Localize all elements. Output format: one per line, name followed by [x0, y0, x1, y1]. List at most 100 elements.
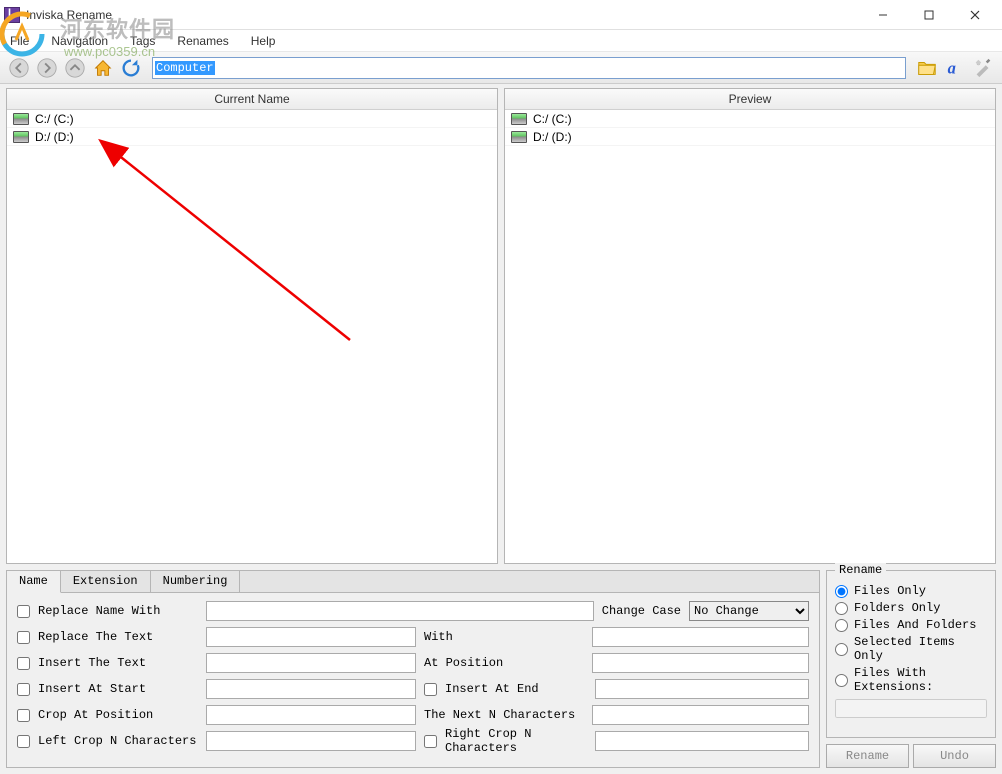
menubar: File Navigation Tags Renames Help: [0, 30, 1002, 52]
menu-navigation[interactable]: Navigation: [47, 32, 112, 50]
menu-help[interactable]: Help: [247, 32, 280, 50]
font-button[interactable]: a: [942, 55, 968, 81]
insert-at-start-input[interactable]: [206, 679, 416, 699]
left-crop-checkbox[interactable]: [17, 735, 30, 748]
radio-selected-items[interactable]: [835, 643, 848, 656]
crop-at-position-checkbox[interactable]: [17, 709, 30, 722]
insert-at-start-checkbox[interactable]: [17, 683, 30, 696]
tab-name[interactable]: Name: [7, 571, 61, 593]
svg-text:a: a: [948, 58, 956, 77]
bottom-area: Name Extension Numbering Replace Name Wi…: [0, 564, 1002, 774]
insert-at-start-label: Insert At Start: [38, 682, 198, 696]
nav-forward-button[interactable]: [34, 55, 60, 81]
rename-button[interactable]: Rename: [826, 744, 909, 768]
refresh-button[interactable]: [118, 55, 144, 81]
radio-extensions-row[interactable]: Files With Extensions:: [835, 666, 987, 694]
the-next-n-label: The Next N Characters: [424, 708, 584, 722]
options-tabs: Name Extension Numbering Replace Name Wi…: [6, 570, 820, 768]
right-crop-checkbox[interactable]: [424, 735, 437, 748]
right-crop-input[interactable]: [595, 731, 809, 751]
radio-files-only[interactable]: [835, 585, 848, 598]
maximize-button[interactable]: [906, 0, 952, 30]
menu-renames[interactable]: Renames: [173, 32, 232, 50]
crop-at-position-label: Crop At Position: [38, 708, 198, 722]
current-name-pane: Current Name C:/ (C:) D:/ (D:): [6, 88, 498, 564]
radio-extensions[interactable]: [835, 674, 848, 687]
open-folder-button[interactable]: [914, 55, 940, 81]
close-button[interactable]: [952, 0, 998, 30]
list-item[interactable]: D:/ (D:): [7, 128, 497, 146]
list-item[interactable]: C:/ (C:): [7, 110, 497, 128]
drive-icon: [511, 113, 527, 125]
replace-text-input[interactable]: [206, 627, 416, 647]
replace-text-checkbox[interactable]: [17, 631, 30, 644]
window-title: Inviska Rename: [26, 8, 860, 22]
menu-tags[interactable]: Tags: [126, 32, 159, 50]
drive-icon: [13, 113, 29, 125]
with-input[interactable]: [592, 627, 809, 647]
insert-text-label: Insert The Text: [38, 656, 198, 670]
undo-button[interactable]: Undo: [913, 744, 996, 768]
lists-area: Current Name C:/ (C:) D:/ (D:) Preview C…: [0, 84, 1002, 564]
right-crop-label: Right Crop N Characters: [445, 727, 587, 755]
drive-label: C:/ (C:): [533, 112, 572, 126]
replace-name-with-checkbox[interactable]: [17, 605, 30, 618]
right-pane: Rename Files Only Folders Only Files And…: [826, 570, 996, 768]
titlebar: Inviska Rename: [0, 0, 1002, 30]
minimize-button[interactable]: [860, 0, 906, 30]
window-buttons: [860, 0, 998, 30]
app-icon: [4, 7, 20, 23]
path-value: Computer: [155, 61, 215, 75]
preview-pane: Preview C:/ (C:) D:/ (D:): [504, 88, 996, 564]
the-next-n-input[interactable]: [592, 705, 809, 725]
nav-up-button[interactable]: [62, 55, 88, 81]
tab-numbering[interactable]: Numbering: [151, 571, 241, 592]
radio-folders-only-row[interactable]: Folders Only: [835, 601, 987, 615]
replace-name-with-label: Replace Name With: [38, 604, 198, 618]
tab-name-body: Replace Name With Change Case No Change …: [7, 593, 819, 767]
toolbar: Computer a: [0, 52, 1002, 84]
change-case-label: Change Case: [602, 604, 681, 618]
replace-text-label: Replace The Text: [38, 630, 198, 644]
radio-folders-only[interactable]: [835, 602, 848, 615]
tab-extension[interactable]: Extension: [61, 571, 151, 592]
preview-list[interactable]: C:/ (C:) D:/ (D:): [505, 110, 995, 563]
menu-file[interactable]: File: [6, 32, 33, 50]
left-crop-label: Left Crop N Characters: [38, 734, 198, 748]
nav-home-button[interactable]: [90, 55, 116, 81]
insert-at-end-checkbox[interactable]: [424, 683, 437, 696]
settings-button[interactable]: [970, 55, 996, 81]
list-item[interactable]: C:/ (C:): [505, 110, 995, 128]
left-crop-input[interactable]: [206, 731, 416, 751]
at-position-label: At Position: [424, 656, 584, 670]
insert-at-end-label: Insert At End: [445, 682, 587, 696]
rename-group-title: Rename: [835, 563, 886, 577]
change-case-select[interactable]: No Change: [689, 601, 809, 621]
crop-at-position-input[interactable]: [206, 705, 416, 725]
preview-header[interactable]: Preview: [505, 89, 995, 110]
drive-label: D:/ (D:): [533, 130, 572, 144]
drive-label: D:/ (D:): [35, 130, 74, 144]
drive-icon: [511, 131, 527, 143]
insert-text-input[interactable]: [206, 653, 416, 673]
path-input[interactable]: Computer: [152, 57, 906, 79]
radio-files-only-row[interactable]: Files Only: [835, 584, 987, 598]
drive-label: C:/ (C:): [35, 112, 74, 126]
extensions-input[interactable]: [835, 699, 987, 718]
action-buttons: Rename Undo: [826, 744, 996, 768]
nav-back-button[interactable]: [6, 55, 32, 81]
current-name-header[interactable]: Current Name: [7, 89, 497, 110]
replace-name-with-input[interactable]: [206, 601, 594, 621]
radio-files-and-folders[interactable]: [835, 619, 848, 632]
radio-selected-items-row[interactable]: Selected Items Only: [835, 635, 987, 663]
radio-files-and-folders-row[interactable]: Files And Folders: [835, 618, 987, 632]
insert-text-checkbox[interactable]: [17, 657, 30, 670]
current-name-list[interactable]: C:/ (C:) D:/ (D:): [7, 110, 497, 563]
at-position-input[interactable]: [592, 653, 809, 673]
insert-at-end-input[interactable]: [595, 679, 809, 699]
with-label: With: [424, 630, 584, 644]
rename-groupbox: Rename Files Only Folders Only Files And…: [826, 570, 996, 738]
tabstrip: Name Extension Numbering: [7, 571, 819, 593]
list-item[interactable]: D:/ (D:): [505, 128, 995, 146]
drive-icon: [13, 131, 29, 143]
